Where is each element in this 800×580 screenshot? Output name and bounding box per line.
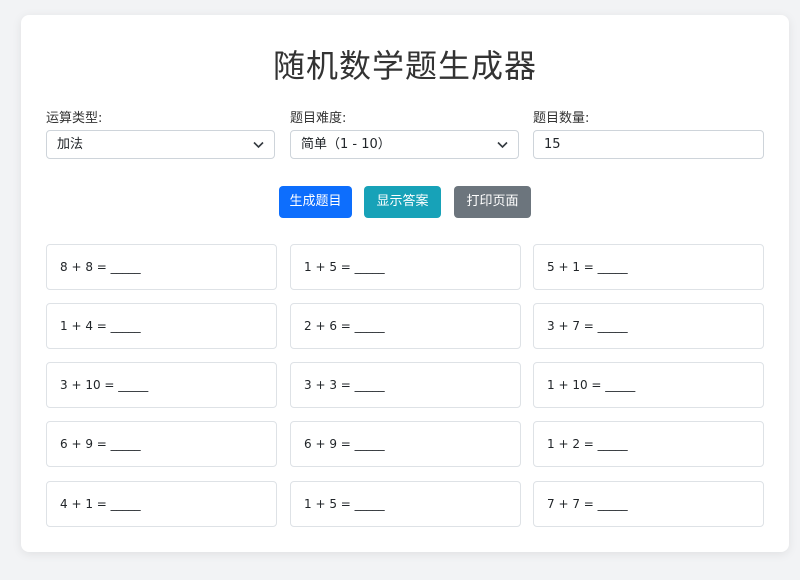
problem-item: 1 + 10 = _____ <box>533 362 764 408</box>
chevron-down-icon <box>497 131 508 149</box>
problem-item: 1 + 2 = _____ <box>533 421 764 467</box>
problem-item: 3 + 3 = _____ <box>290 362 521 408</box>
print-button[interactable]: 打印页面 <box>454 186 531 218</box>
operation-select-value: 加法 <box>57 137 84 152</box>
problem-item: 1 + 5 = _____ <box>290 244 521 290</box>
difficulty-label: 题目难度: <box>290 111 347 126</box>
generate-button[interactable]: 生成题目 <box>279 186 352 218</box>
problem-item: 2 + 6 = _____ <box>290 303 521 349</box>
difficulty-select-value: 简单（1 - 10） <box>301 137 391 152</box>
show-answers-button[interactable]: 显示答案 <box>364 186 441 218</box>
problem-item: 1 + 4 = _____ <box>46 303 277 349</box>
operation-label: 运算类型: <box>46 111 103 126</box>
problem-item: 4 + 1 = _____ <box>46 481 277 527</box>
problem-item: 6 + 9 = _____ <box>290 421 521 467</box>
operation-select[interactable]: 加法 <box>46 130 275 159</box>
problem-item: 7 + 7 = _____ <box>533 481 764 527</box>
problem-item: 3 + 7 = _____ <box>533 303 764 349</box>
problem-item: 5 + 1 = _____ <box>533 244 764 290</box>
chevron-down-icon <box>253 131 264 149</box>
problem-item: 6 + 9 = _____ <box>46 421 277 467</box>
count-label: 题目数量: <box>533 111 590 126</box>
problem-item: 8 + 8 = _____ <box>46 244 277 290</box>
main-card: 随机数学题生成器 运算类型: 加法 题目难度: 简单（1 - 10） 题目数量:… <box>21 15 789 552</box>
problem-item: 3 + 10 = _____ <box>46 362 277 408</box>
difficulty-select[interactable]: 简单（1 - 10） <box>290 130 519 159</box>
count-input[interactable]: 15 <box>533 130 764 159</box>
problem-item: 1 + 5 = _____ <box>290 481 521 527</box>
count-input-value: 15 <box>544 137 561 152</box>
page-title: 随机数学题生成器 <box>272 47 537 85</box>
